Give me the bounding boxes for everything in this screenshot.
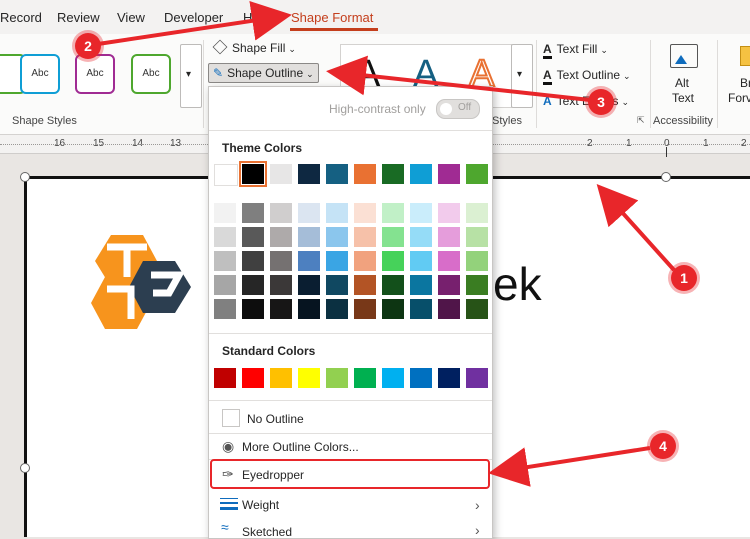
callout-badge-3: 3 [588, 89, 614, 115]
arrow-2 [97, 0, 292, 46]
callout-badge-2: 2 [75, 33, 101, 59]
annotation-arrows [97, 0, 676, 487]
arrow-1 [596, 184, 676, 272]
arrow-4 [488, 446, 651, 487]
arrow-3 [326, 55, 591, 102]
callout-badge-4: 4 [650, 433, 676, 459]
callout-badge-1: 1 [671, 265, 697, 291]
